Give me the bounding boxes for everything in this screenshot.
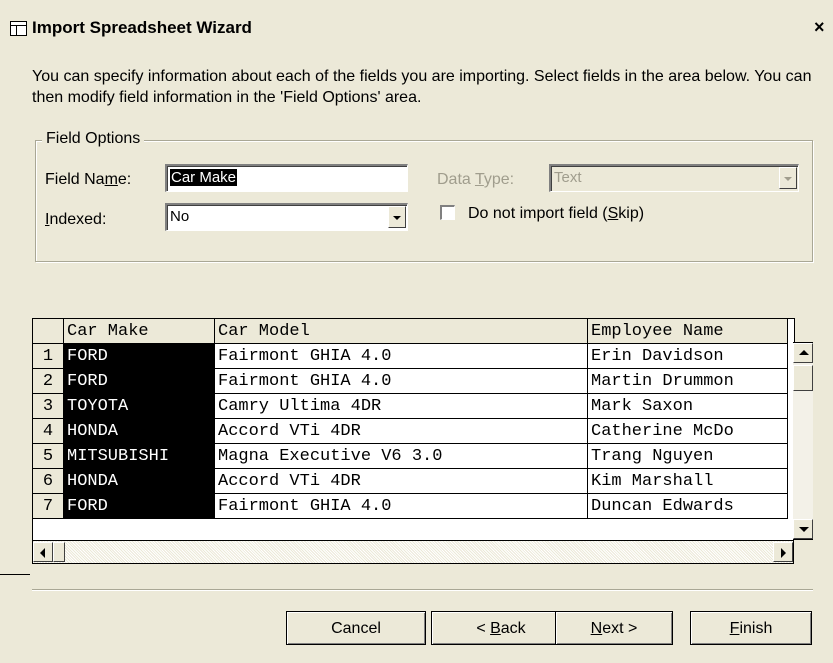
cell-car-make[interactable]: MITSUBISHI — [63, 443, 215, 469]
field-name-label: Field Name: — [45, 171, 132, 188]
chevron-down-icon[interactable] — [388, 206, 406, 228]
cell-employee-name[interactable]: Duncan Edwards — [587, 493, 788, 519]
scroll-up-icon[interactable] — [793, 343, 813, 363]
row-number: 4 — [33, 418, 64, 444]
finish-button[interactable]: Finish — [690, 611, 812, 645]
table-row: 2 FORD Fairmont GHIA 4.0 Martin Drummon — [33, 368, 788, 394]
vertical-scrollbar[interactable] — [793, 342, 813, 540]
scroll-right-icon[interactable] — [773, 542, 793, 562]
scrollbar-corner — [794, 540, 814, 564]
cell-employee-name[interactable]: Mark Saxon — [587, 393, 788, 419]
cell-car-model[interactable]: Camry Ultima 4DR — [214, 393, 588, 419]
row-number: 3 — [33, 393, 64, 419]
indexed-label: Indexed: — [45, 211, 107, 228]
data-type-select: Text — [549, 164, 799, 192]
row-number: 2 — [33, 368, 64, 394]
data-type-value: Text — [554, 169, 582, 186]
divider — [0, 574, 30, 575]
cell-car-model[interactable]: Fairmont GHIA 4.0 — [214, 493, 588, 519]
next-button[interactable]: Next > — [555, 611, 673, 645]
back-button[interactable]: < Back — [431, 611, 571, 645]
cell-employee-name[interactable]: Erin Davidson — [587, 343, 788, 369]
cell-car-model[interactable]: Magna Executive V6 3.0 — [214, 443, 588, 469]
cell-car-make[interactable]: TOYOTA — [63, 393, 215, 419]
field-options-group — [35, 140, 813, 262]
vertical-scroll-thumb[interactable] — [793, 365, 813, 391]
cell-car-make[interactable]: FORD — [63, 368, 215, 394]
separator — [32, 589, 813, 591]
table-row: 5 MITSUBISHI Magna Executive V6 3.0 Tran… — [33, 443, 788, 469]
horizontal-scroll-thumb[interactable] — [53, 542, 65, 562]
row-number: 5 — [33, 443, 64, 469]
data-type-label: Data Type: — [437, 171, 515, 188]
table-row: 6 HONDA Accord VTi 4DR Kim Marshall — [33, 468, 788, 494]
scroll-down-icon[interactable] — [793, 519, 813, 539]
cell-car-model[interactable]: Accord VTi 4DR — [214, 468, 588, 494]
scroll-left-icon[interactable] — [33, 542, 53, 562]
window-title: Import Spreadsheet Wizard — [32, 18, 252, 37]
row-number: 7 — [33, 493, 64, 519]
cell-car-model[interactable]: Fairmont GHIA 4.0 — [214, 368, 588, 394]
column-header-employee-name[interactable]: Employee Name — [587, 319, 788, 344]
cell-car-make[interactable]: HONDA — [63, 468, 215, 494]
chevron-down-icon — [779, 167, 797, 189]
title-bar: Import Spreadsheet Wizard × — [0, 0, 833, 38]
row-number: 1 — [33, 343, 64, 369]
grid-header-row: Car Make Car Model Employee Name — [33, 319, 788, 344]
row-number: 6 — [33, 468, 64, 494]
cell-employee-name[interactable]: Catherine McDo — [587, 418, 788, 444]
field-options-legend: Field Options — [42, 130, 145, 148]
indexed-select[interactable]: No — [165, 203, 408, 231]
field-name-input[interactable]: Car Make — [165, 164, 408, 192]
indexed-value: No — [170, 208, 190, 225]
skip-field-label[interactable]: Do not import field (Skip) — [468, 205, 644, 223]
cell-car-make[interactable]: HONDA — [63, 418, 215, 444]
cell-car-model[interactable]: Accord VTi 4DR — [214, 418, 588, 444]
table-row: 3 TOYOTA Camry Ultima 4DR Mark Saxon — [33, 393, 788, 419]
table-row: 1 FORD Fairmont GHIA 4.0 Erin Davidson — [33, 343, 788, 369]
cancel-button[interactable]: Cancel — [286, 611, 426, 645]
data-preview-grid[interactable]: Car Make Car Model Employee Name 1 FORD … — [32, 318, 795, 542]
column-header-car-make[interactable]: Car Make — [63, 319, 215, 344]
horizontal-scrollbar[interactable] — [32, 540, 794, 564]
cell-employee-name[interactable]: Trang Nguyen — [587, 443, 788, 469]
intro-text: You can specify information about each o… — [32, 68, 812, 106]
cell-employee-name[interactable]: Martin Drummon — [587, 368, 788, 394]
cell-car-make[interactable]: FORD — [63, 343, 215, 369]
column-header-car-model[interactable]: Car Model — [214, 319, 588, 344]
cell-car-make[interactable]: FORD — [63, 493, 215, 519]
table-icon — [10, 21, 27, 36]
close-icon[interactable]: × — [814, 17, 825, 38]
table-row: 7 FORD Fairmont GHIA 4.0 Duncan Edwards — [33, 493, 788, 519]
grid-corner — [33, 319, 64, 344]
field-name-value: Car Make — [170, 169, 238, 186]
skip-field-checkbox[interactable] — [440, 205, 455, 220]
cell-car-model[interactable]: Fairmont GHIA 4.0 — [214, 343, 588, 369]
cell-employee-name[interactable]: Kim Marshall — [587, 468, 788, 494]
table-row: 4 HONDA Accord VTi 4DR Catherine McDo — [33, 418, 788, 444]
